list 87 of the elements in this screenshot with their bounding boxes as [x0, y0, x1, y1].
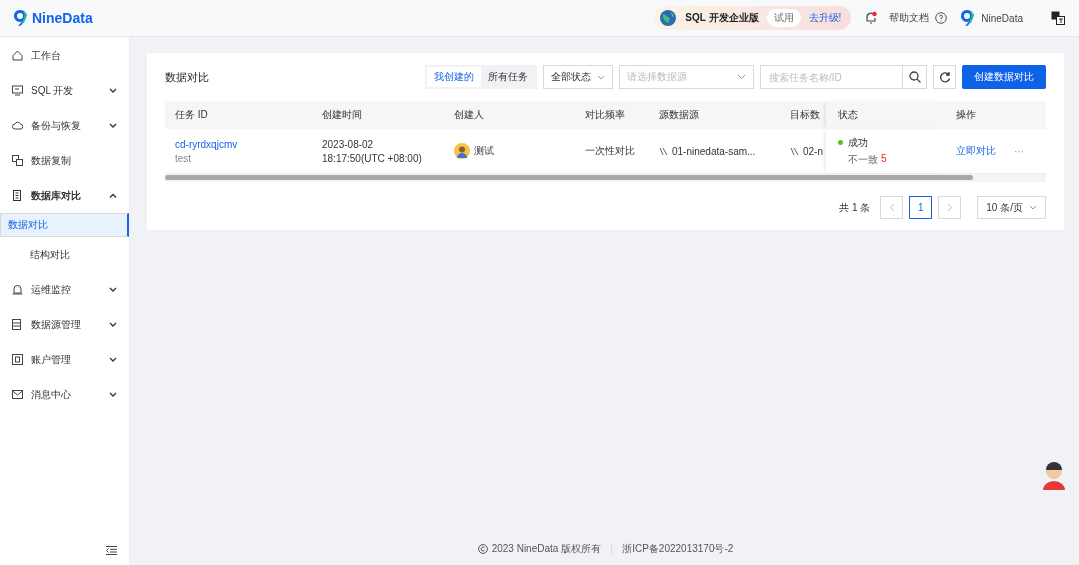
column-header: 对比频率 [585, 108, 625, 122]
nav-item[interactable]: 数据复制 [0, 143, 129, 178]
cloud-icon [12, 120, 23, 131]
support-agent-icon[interactable] [1041, 460, 1067, 490]
nav-item[interactable]: 账户管理 [0, 342, 129, 377]
nav-item[interactable]: 数据源管理 [0, 307, 129, 342]
nav-item[interactable]: 运维监控 [0, 272, 129, 307]
nav-subitem[interactable]: 数据对比 [0, 213, 129, 237]
chevron-icon [109, 123, 117, 128]
table-cell: 测试 [474, 144, 494, 158]
column-header: 状态 [838, 108, 858, 122]
scrollbar-thumb[interactable] [165, 175, 973, 180]
chevron-icon [109, 392, 117, 397]
user-avatar-icon[interactable] [959, 9, 976, 27]
monitor-icon [12, 85, 23, 96]
bell-icon [12, 284, 23, 295]
home-icon [12, 50, 23, 61]
task-id-link[interactable]: cd-ryrdxqjcmv [175, 138, 238, 150]
filter-tab[interactable]: 我创建的 [427, 67, 481, 87]
page-button[interactable]: 1 [909, 196, 933, 219]
logo-text: NineData [32, 10, 93, 26]
document-icon [12, 190, 23, 201]
chevron-icon [109, 88, 117, 93]
column-header: 操作 [956, 108, 976, 122]
chevron-icon [109, 287, 117, 292]
nav-item[interactable]: 消息中心 [0, 377, 129, 412]
column-header: 创建人 [454, 108, 484, 122]
avatar-icon [454, 143, 470, 159]
search-button[interactable] [903, 65, 927, 89]
trial-badge: 试用 [766, 9, 801, 27]
chevron-icon [109, 193, 117, 198]
nav-item[interactable]: 数据库对比 [0, 178, 129, 213]
copy-icon [12, 155, 23, 166]
table-cell: 18:17:50(UTC +08:00) [322, 152, 422, 164]
refresh-icon [938, 71, 951, 83]
status-dot [838, 140, 843, 145]
link-icon [659, 146, 668, 156]
table-cell: 02-n [803, 145, 823, 157]
page-title: 数据对比 [165, 69, 209, 85]
help-icon[interactable] [935, 12, 948, 24]
user-name[interactable]: NineData [981, 12, 1023, 24]
diff-count: 5 [881, 152, 887, 166]
copyright-icon [477, 544, 488, 554]
status-text: 成功 [848, 135, 868, 150]
product-name: SQL 开发企业版 [685, 11, 759, 25]
chevron-right-icon [946, 203, 953, 212]
envelope-icon [12, 389, 23, 400]
upgrade-link[interactable]: 去升级! [808, 11, 842, 25]
column-header: 源数据源 [659, 108, 699, 122]
search-icon [908, 71, 921, 83]
chevron-left-icon [888, 203, 895, 212]
table-cell: 01-ninedata-sam... [672, 145, 756, 157]
nav-item[interactable]: SQL 开发 [0, 73, 129, 108]
total-count: 共 1 条 [839, 200, 871, 215]
icp-link[interactable]: 浙ICP备2022013170号-2 [622, 542, 734, 556]
search-field[interactable]: 搜索任务名称/ID [760, 65, 903, 89]
nav-item[interactable]: 工作台 [0, 38, 129, 73]
chevron-icon [109, 357, 117, 362]
collapse-icon[interactable] [106, 546, 117, 555]
logo-icon [12, 9, 28, 27]
filter-tab[interactable]: 所有任务 [481, 67, 535, 87]
nav-item[interactable]: 备份与恢复 [0, 108, 129, 143]
table-cell: 2023-08-02 [322, 138, 374, 150]
database-icon [12, 319, 23, 330]
caret-icon [737, 74, 746, 80]
bell-icon[interactable] [865, 11, 878, 25]
compare-link[interactable]: 立即对比 [956, 144, 996, 158]
link-icon [790, 146, 799, 156]
globe-icon [659, 9, 678, 27]
column-header: 任务 ID [175, 108, 208, 122]
caret-icon [1029, 205, 1037, 210]
caret-icon [597, 74, 605, 80]
status-select[interactable]: 全部状态 [543, 65, 613, 89]
diff-label: 不一致 [848, 152, 878, 167]
id-card-icon [12, 354, 23, 365]
copyright-text: 2023 NineData 版权所有 [491, 542, 602, 556]
column-header: 目标数 [790, 108, 820, 122]
translate-icon[interactable] [1051, 11, 1065, 25]
refresh-button[interactable] [933, 65, 956, 89]
create-button[interactable]: 创建数据对比 [962, 65, 1046, 89]
chevron-icon [109, 322, 117, 327]
column-header: 创建时间 [322, 108, 362, 122]
page-size-select[interactable]: 10 条/页 [977, 196, 1046, 219]
task-name: test [175, 152, 192, 164]
help-link[interactable]: 帮助文档 [889, 11, 930, 25]
table-cell: 一次性对比 [585, 144, 635, 158]
nav-subitem[interactable]: 结构对比 [0, 237, 129, 272]
